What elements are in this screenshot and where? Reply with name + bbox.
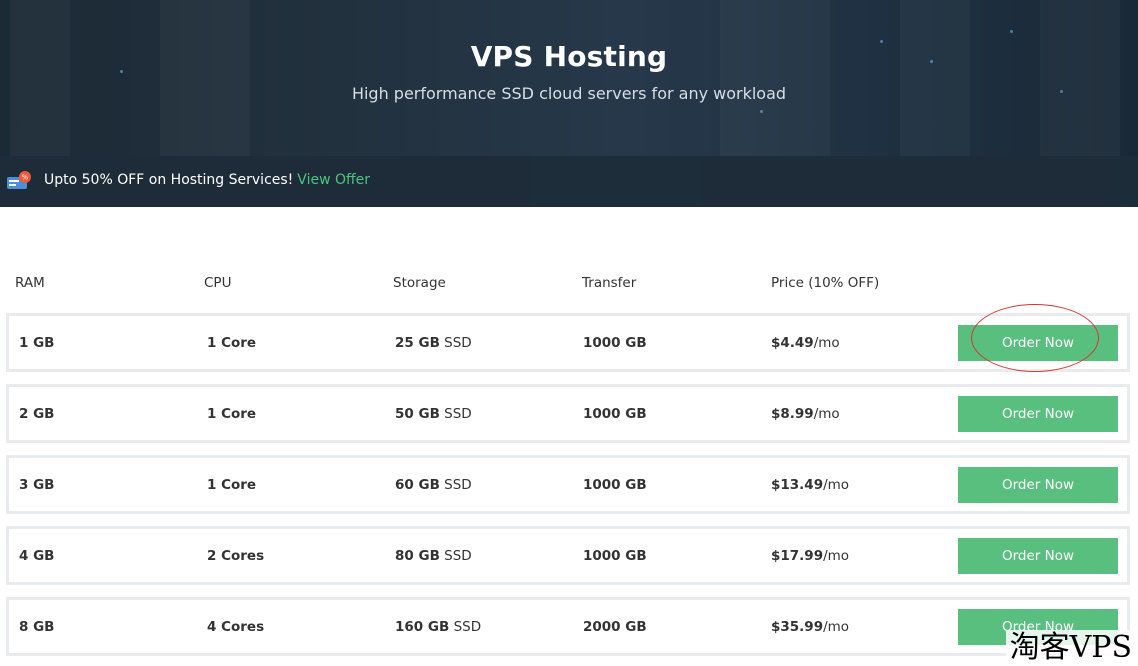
view-offer-link[interactable]: View Offer: [297, 172, 370, 188]
price-period: /mo: [813, 406, 840, 422]
table-row: 2 GB 1 Core 50 GB SSD 1000 GB $8.99/mo O…: [6, 384, 1130, 443]
header-storage: Storage: [393, 275, 446, 291]
header-cpu: CPU: [204, 275, 232, 291]
offer-bar: % Upto 50% OFF on Hosting Services! View …: [0, 156, 1138, 207]
background-rack: [160, 0, 250, 160]
order-now-button[interactable]: Order Now: [958, 396, 1118, 432]
order-now-button[interactable]: Order Now: [958, 538, 1118, 574]
price-period: /mo: [813, 335, 840, 351]
header-ram: RAM: [15, 275, 45, 291]
background-rack: [720, 0, 830, 160]
price-value: $17.99: [771, 548, 824, 564]
order-now-button[interactable]: Order Now: [958, 467, 1118, 503]
cpu-value: 1 Core: [207, 477, 257, 493]
price-value: $35.99: [771, 619, 824, 635]
ram-value: 3 GB: [19, 477, 55, 493]
cpu-value: 2 Cores: [207, 548, 265, 564]
storage-size: 160 GB: [395, 619, 450, 635]
ram-value: 8 GB: [19, 619, 55, 635]
order-now-button[interactable]: Order Now: [958, 325, 1118, 361]
transfer-value: 1000 GB: [583, 548, 647, 564]
storage-type: SSD: [444, 548, 472, 564]
storage-type: SSD: [444, 335, 472, 351]
svg-text:%: %: [22, 174, 29, 182]
storage-type: SSD: [453, 619, 482, 635]
price-value: $13.49: [771, 477, 824, 493]
transfer-value: 1000 GB: [583, 477, 647, 493]
storage-size: 50 GB: [395, 406, 440, 422]
transfer-value: 1000 GB: [583, 335, 647, 351]
watermark: 淘客VPS: [1005, 630, 1136, 666]
header-transfer: Transfer: [582, 275, 637, 291]
background-rack: [10, 0, 70, 160]
price-value: $4.49: [771, 335, 814, 351]
cpu-value: 1 Core: [207, 406, 257, 422]
server-light: [1010, 30, 1013, 33]
ram-value: 4 GB: [19, 548, 55, 564]
price-period: /mo: [823, 548, 850, 564]
ram-value: 2 GB: [19, 406, 55, 422]
offer-text: Upto 50% OFF on Hosting Services!: [44, 172, 294, 188]
page-title: VPS Hosting: [470, 40, 668, 73]
transfer-value: 1000 GB: [583, 406, 647, 422]
storage-size: 80 GB: [395, 548, 440, 564]
storage-type: SSD: [444, 406, 472, 422]
background-rack: [1040, 0, 1120, 160]
table-row: 8 GB 4 Cores 160 GB SSD 2000 GB $35.99/m…: [6, 597, 1130, 656]
server-light: [760, 110, 763, 113]
table-row: 4 GB 2 Cores 80 GB SSD 1000 GB $17.99/mo…: [6, 526, 1130, 585]
storage-size: 60 GB: [395, 477, 440, 493]
price-value: $8.99: [771, 406, 814, 422]
ram-value: 1 GB: [19, 335, 55, 351]
price-period: /mo: [823, 619, 850, 635]
table-row: 1 GB 1 Core 25 GB SSD 1000 GB $4.49/mo O…: [6, 313, 1130, 372]
storage-type: SSD: [444, 477, 472, 493]
cpu-value: 4 Cores: [207, 619, 265, 635]
storage-size: 25 GB: [395, 335, 440, 351]
coupon-icon: %: [7, 171, 31, 189]
price-period: /mo: [823, 477, 850, 493]
offer-text-container: Upto 50% OFF on Hosting Services! View Of…: [44, 172, 370, 188]
page-subtitle: High performance SSD cloud servers for a…: [351, 84, 787, 103]
table-row: 3 GB 1 Core 60 GB SSD 1000 GB $13.49/mo …: [6, 455, 1130, 514]
background-rack: [900, 0, 970, 160]
header-price: Price (10% OFF): [771, 275, 880, 291]
transfer-value: 2000 GB: [583, 619, 647, 635]
table-header: RAM CPU Storage Transfer Price (10% OFF): [0, 275, 1138, 293]
cpu-value: 1 Core: [207, 335, 257, 351]
